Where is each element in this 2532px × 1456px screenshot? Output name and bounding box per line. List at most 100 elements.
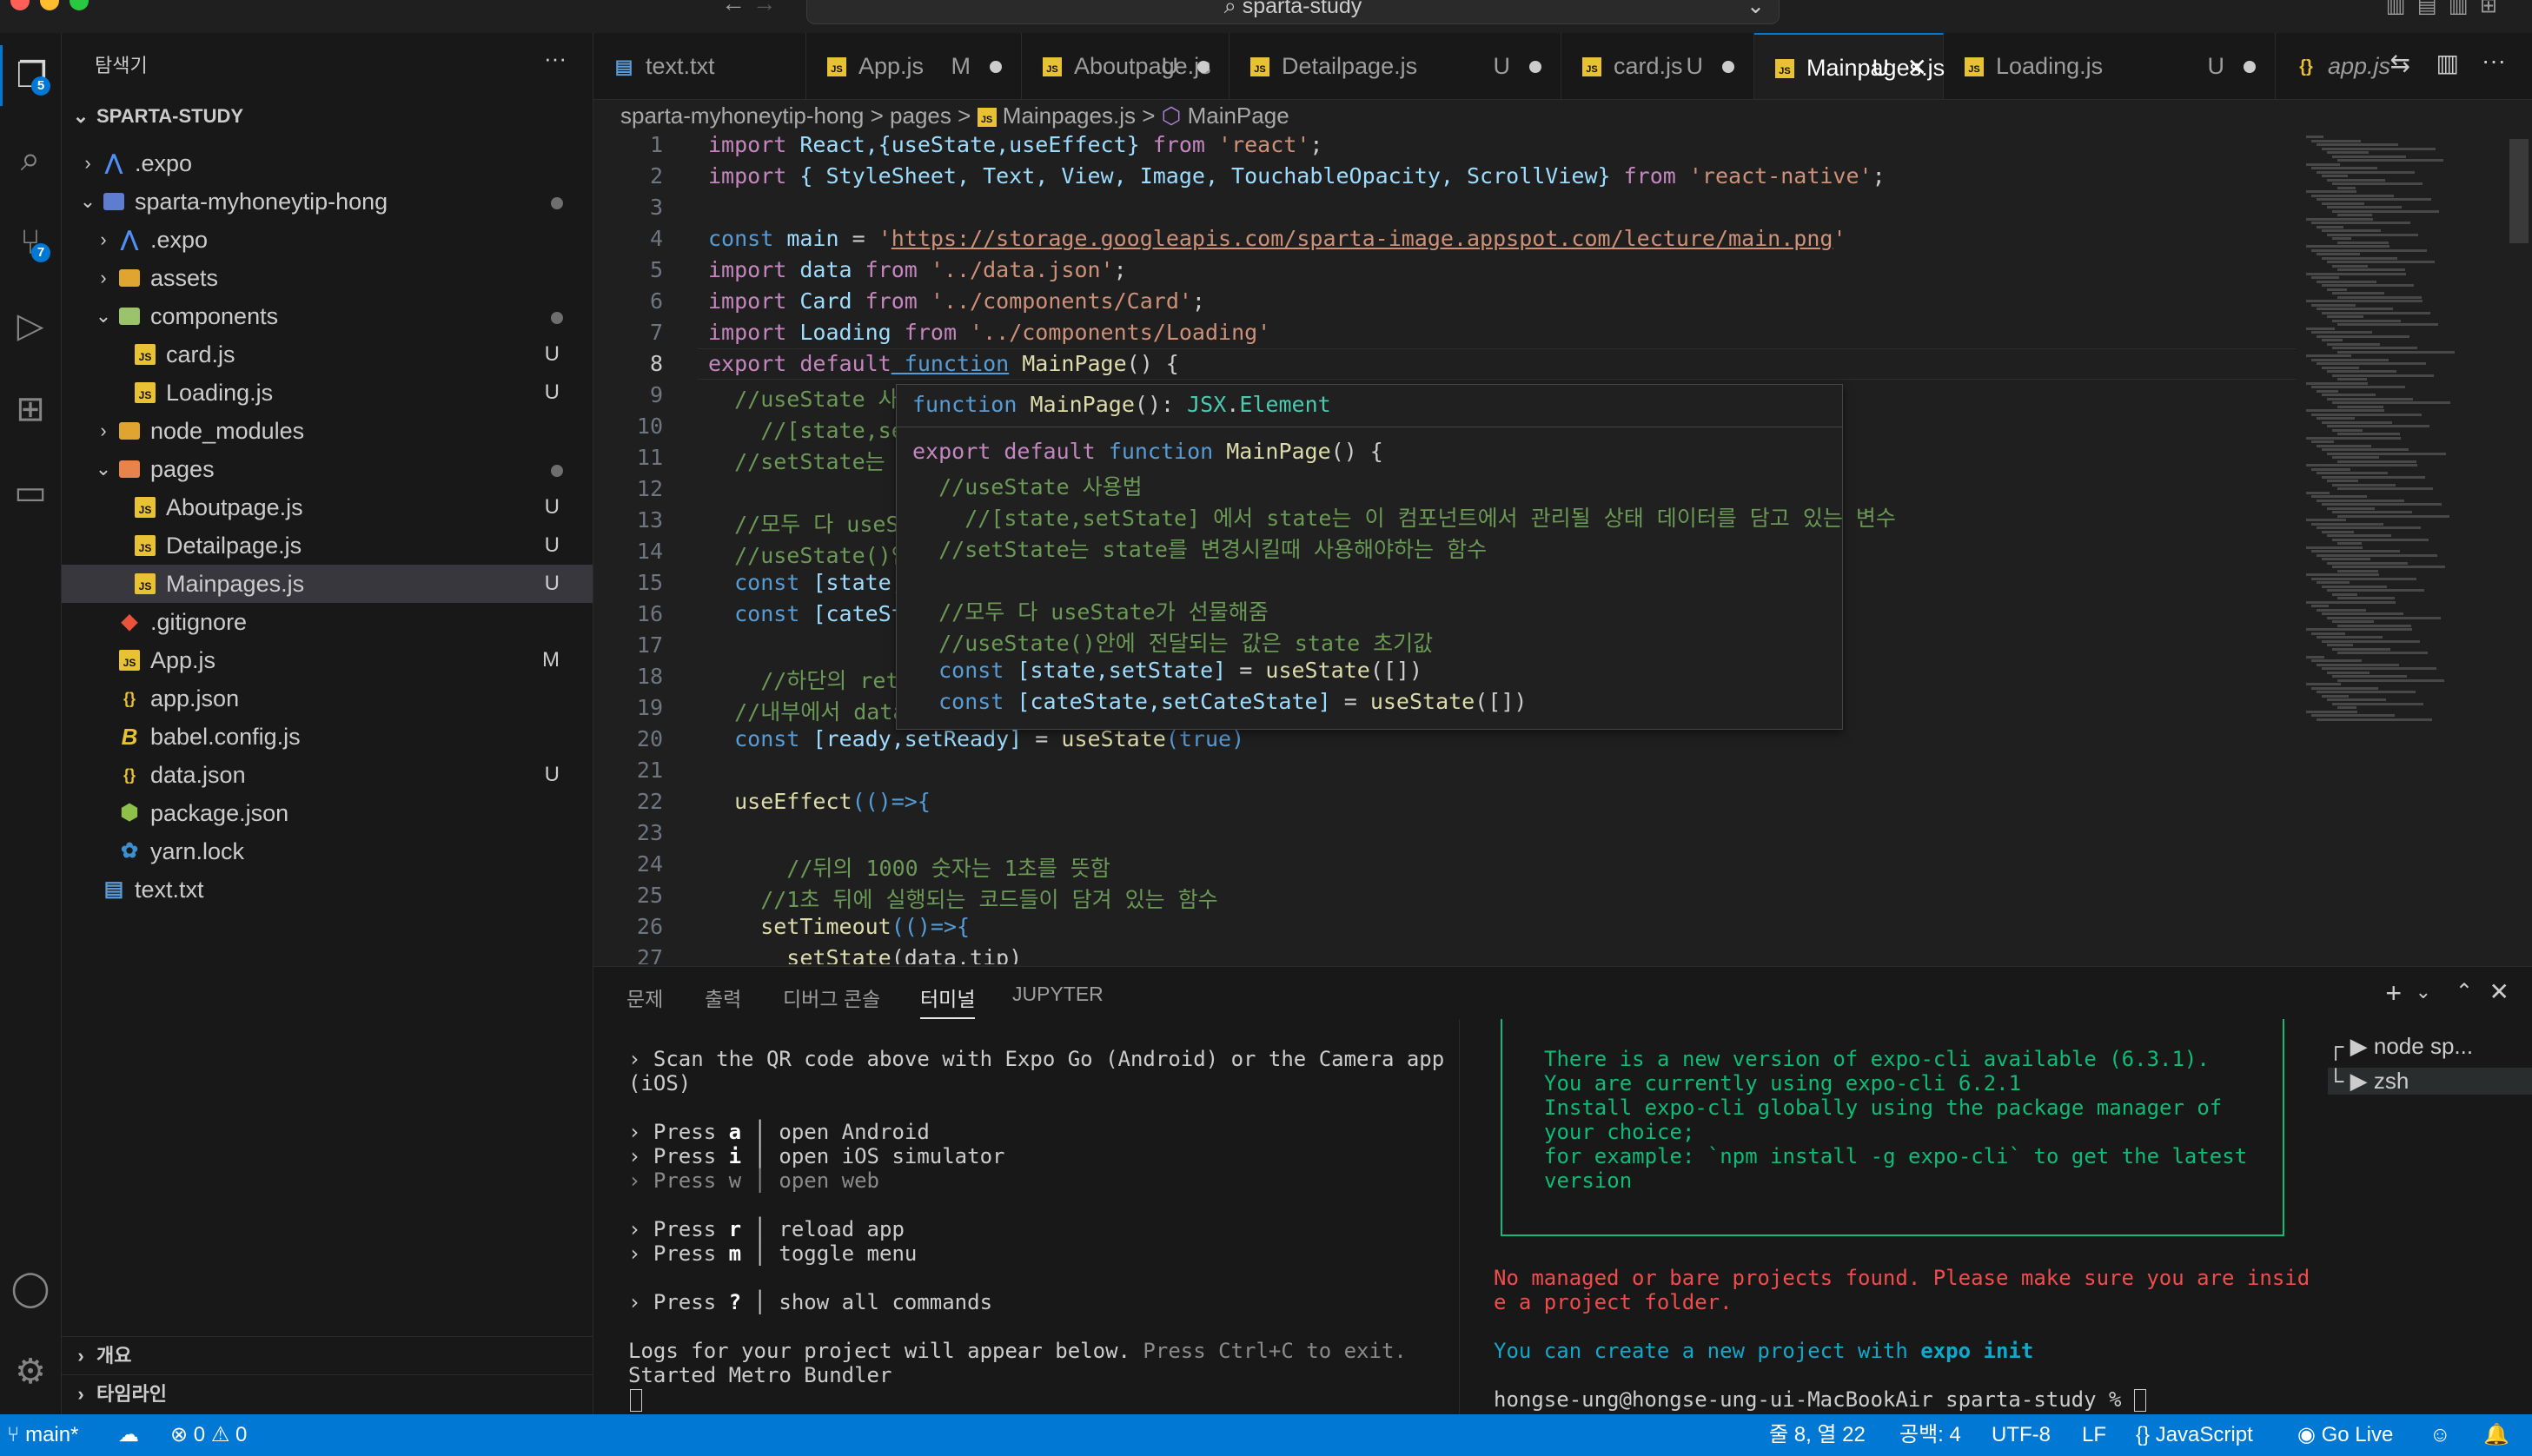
manage-activity[interactable]: ⚙ <box>0 1341 61 1402</box>
tree-item[interactable]: ⌄ sparta-myhoneytip-hong <box>62 182 593 221</box>
feedback-icon[interactable]: ☺ <box>2429 1414 2451 1456</box>
minimap-line <box>2306 190 2356 193</box>
toggle-secondary-sidebar-icon[interactable]: ▥ <box>2449 0 2469 17</box>
panel-tab[interactable]: 출력 <box>705 983 741 1012</box>
remote-explorer-activity[interactable]: ▭ <box>0 462 61 523</box>
tree-item[interactable]: ⌄ pages <box>62 450 593 488</box>
url-link[interactable]: https://storage.googleapis.com/sparta-im… <box>892 226 1833 251</box>
problems-status[interactable]: ⊗ 0 ⚠ 0 <box>170 1414 247 1456</box>
hover-line: //모두 다 useState가 선물해줌 <box>912 599 1269 625</box>
explorer-activity[interactable]: ❐ 5 <box>0 45 61 106</box>
tree-item[interactable]: JS Detailpage.js U <box>62 526 593 565</box>
minimize-window-button[interactable] <box>40 0 59 10</box>
unsaved-dot[interactable] <box>1722 61 1734 73</box>
tab-detailpage-js[interactable]: JS Detailpage.js U <box>1230 33 1561 99</box>
breadcrumb-symbol[interactable]: MainPage <box>1188 103 1289 129</box>
encoding[interactable]: UTF-8 <box>1992 1414 2051 1456</box>
tree-item[interactable]: ⌄ components <box>62 297 593 335</box>
chevron-down-icon[interactable]: ⌄ <box>1747 0 1765 18</box>
back-arrow-icon[interactable]: ← <box>721 0 746 17</box>
close-tab-icon[interactable]: ✕ <box>1907 35 1927 101</box>
tab-text-txt[interactable]: ▤ text.txt <box>593 33 806 99</box>
remote-explorer-icon: ▭ <box>14 473 47 512</box>
terminal-divider[interactable] <box>1459 1019 1460 1415</box>
minimap-line <box>2311 248 2427 252</box>
tree-item[interactable]: › node_modules <box>62 412 593 450</box>
command-center[interactable]: ⌕ sparta-study ⌄ <box>806 0 1780 24</box>
notifications-icon[interactable]: 🔔 <box>2483 1414 2509 1456</box>
panel-tab[interactable]: 문제 <box>626 983 663 1012</box>
split-editor-icon[interactable]: ▥ <box>2436 49 2459 77</box>
breadcrumb-project[interactable]: sparta-myhoneytip-hong <box>620 103 864 129</box>
tree-item[interactable]: JS Loading.js U <box>62 374 593 412</box>
workspace-root[interactable]: ⌄ SPARTA-STUDY <box>62 99 593 134</box>
tree-item[interactable]: {} data.json U <box>62 756 593 794</box>
tab-app-js[interactable]: {} app.js <box>2276 33 2449 99</box>
tab-mainpages-js[interactable]: JS Mainpages.js U ✕ <box>1754 33 1945 101</box>
tree-item[interactable]: › ⋀ .expo <box>62 221 593 259</box>
unsaved-dot[interactable] <box>990 61 1002 73</box>
tree-item[interactable]: › ⋀ .expo <box>62 144 593 182</box>
minimap[interactable] <box>2303 132 2520 740</box>
new-terminal-icon[interactable]: + <box>2385 977 2402 1009</box>
branch-status[interactable]: ⑂ main* <box>7 1414 78 1456</box>
forward-arrow-icon[interactable]: → <box>752 0 777 17</box>
tree-item[interactable]: JS card.js U <box>62 335 593 374</box>
panel-tab[interactable]: 디버그 콘솔 <box>783 983 880 1012</box>
run-debug-activity[interactable]: ▷ <box>0 295 61 356</box>
tab-app-js[interactable]: JS App.js M <box>806 33 1022 99</box>
line-number: 7 <box>649 320 663 345</box>
code-editor[interactable]: 1 2 3 4 5 6 7 8 9 10 11 12 13 14 15 16 17 18 19 20 21 22 23 24 2… <box>593 132 2297 964</box>
tree-item[interactable]: Bbabel.config.js <box>62 718 593 756</box>
accounts-activity[interactable]: ◯ <box>0 1258 61 1319</box>
tab-card-js[interactable]: JS card.js U <box>1561 33 1754 99</box>
json-file-icon: {} <box>123 690 136 707</box>
chevron-down-icon: ⌄ <box>95 305 112 327</box>
close-panel-icon[interactable]: ✕ <box>2489 977 2509 1006</box>
language-mode[interactable]: {} JavaScript <box>2136 1414 2253 1456</box>
terminal-instance-zsh[interactable]: └ ▶ zsh <box>2328 1068 2532 1095</box>
breadcrumb-folder[interactable]: pages <box>890 103 951 129</box>
tree-item[interactable]: ✿ yarn.lock <box>62 832 593 870</box>
chevron-down-icon[interactable]: ⌄ <box>2416 981 2431 1003</box>
tree-item[interactable]: JS App.js M <box>62 641 593 679</box>
source-control-activity[interactable]: ⑂ 7 <box>0 212 61 273</box>
go-live-button[interactable]: ◉ Go Live <box>2297 1414 2393 1456</box>
outline-section[interactable]: › 개요 <box>62 1336 593 1375</box>
unsaved-dot[interactable] <box>1197 61 1210 73</box>
toggle-panel-icon[interactable]: ▤ <box>2417 0 2437 17</box>
maximize-panel-icon[interactable]: ⌃ <box>2456 979 2473 1004</box>
more-actions-icon[interactable]: ··· <box>544 45 567 72</box>
more-actions-icon[interactable]: ··· <box>2482 47 2506 75</box>
indentation[interactable]: 공백: 4 <box>1899 1414 1961 1456</box>
timeline-section[interactable]: › 타임라인 <box>62 1374 593 1413</box>
sync-status[interactable]: ☁ <box>118 1414 139 1456</box>
toggle-sidebar-icon[interactable]: ▥ <box>2386 0 2406 17</box>
breadcrumb-file[interactable]: Mainpages.js <box>1003 103 1136 129</box>
tab-loading-js[interactable]: JS Loading.js U <box>1944 33 2276 99</box>
terminal-prompt[interactable]: hongse-ung@hongse-ung-ui-MacBookAir spar… <box>1494 1387 2146 1412</box>
extensions-activity[interactable]: ⊞ <box>0 379 61 440</box>
tab-aboutpage-js[interactable]: JS Aboutpage.js U <box>1022 33 1230 99</box>
close-window-button[interactable] <box>10 0 30 10</box>
panel-tab[interactable]: JUPYTER <box>1012 983 1104 1006</box>
tree-item[interactable]: ◆ .gitignore <box>62 603 593 641</box>
terminal-instance-node[interactable]: ┌ ▶ node sp... <box>2328 1033 2473 1060</box>
search-activity[interactable]: ⌕ <box>0 129 61 189</box>
unsaved-dot[interactable] <box>2244 61 2256 73</box>
tree-item[interactable]: JS Mainpages.js U <box>62 565 593 603</box>
tree-item[interactable]: ▤ text.txt <box>62 870 593 909</box>
cursor-position[interactable]: 줄 8, 열 22 <box>1769 1414 1866 1456</box>
tree-item[interactable]: › assets <box>62 259 593 297</box>
tree-item[interactable]: JS Aboutpage.js U <box>62 488 593 526</box>
panel-tab[interactable]: 터미널 <box>920 983 976 1019</box>
customize-layout-icon[interactable]: ⊞ <box>2480 0 2497 17</box>
eol[interactable]: LF <box>2082 1414 2106 1456</box>
tree-item[interactable]: {} app.json <box>62 679 593 718</box>
maximize-window-button[interactable] <box>70 0 89 10</box>
unsaved-dot[interactable] <box>1529 61 1541 73</box>
minimap-line <box>2322 202 2364 205</box>
compare-changes-icon[interactable]: ⇆ <box>2390 49 2410 77</box>
editor-scrollbar[interactable] <box>2509 139 2529 243</box>
tree-item[interactable]: ⬢ package.json <box>62 794 593 832</box>
